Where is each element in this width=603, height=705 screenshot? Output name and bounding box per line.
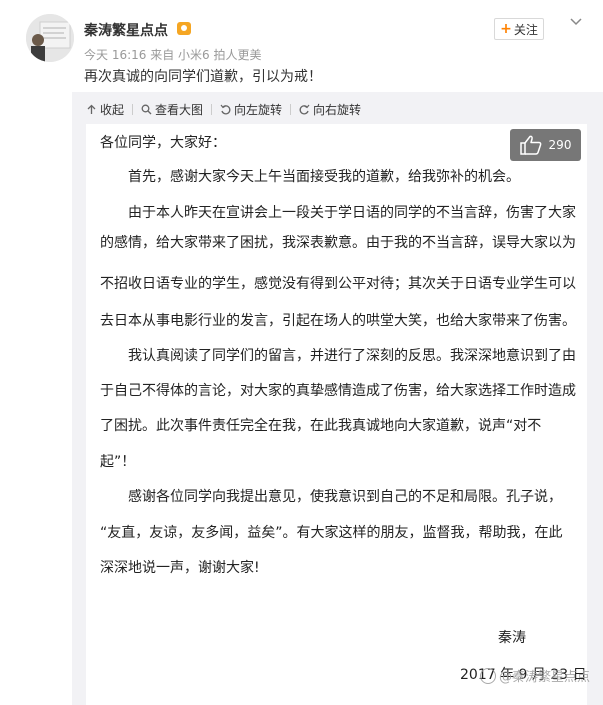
toolbar-divider xyxy=(290,103,292,115)
rotate-right-button[interactable]: 向右旋转 xyxy=(299,101,361,118)
toolbar-divider xyxy=(132,103,134,115)
letter-line: 于自己不得体的言论，对大家的真挚感情造成了伤害，给大家选择工作时造成 xyxy=(100,383,576,399)
chevron-down-icon[interactable] xyxy=(570,16,582,28)
letter-line: 了困扰。此次事件责任完全在我，在此我真诚地向大家道歉，说声“对不 xyxy=(100,418,542,434)
search-icon xyxy=(141,104,152,114)
rotate-right-icon xyxy=(299,104,310,114)
signature-name: 秦涛 xyxy=(498,630,526,646)
image-toolbar: 收起 查看大图 向左旋转 向右旋转 xyxy=(86,100,361,118)
letter-line: 不招收日语专业的学生，感觉没有得到公平对待；其次关于日语专业学生可以 xyxy=(100,276,576,292)
letter-line: 深深地说一声，谢谢大家! xyxy=(100,560,260,576)
letter-line: 我认真阅读了同学们的留言，并进行了深刻的反思。我深深地意识到了由 xyxy=(128,348,576,364)
rotate-right-label: 向右旋转 xyxy=(313,102,362,117)
letter-line: 感谢各位同学向我提出意见，使我意识到自己的不足和局限。孔子说， xyxy=(128,489,562,505)
like-count: 290 xyxy=(548,138,572,152)
letter-line: 的感情，给大家带来了困扰，我深表歉意。由于我的不当言辞，误导大家以为 xyxy=(100,235,576,251)
thumbs-up-icon xyxy=(519,135,541,155)
rotate-left-label: 向左旋转 xyxy=(234,102,283,117)
like-button[interactable]: 290 xyxy=(510,129,581,161)
letter-line: 去日本从事电影行业的发言，引起在场人的哄堂大笑，也给大家带来了伤害。 xyxy=(100,313,576,329)
post-header: 秦涛繁星点点 今天 16:16 来自 小米6 拍人更美 再次真诚的向同学们道歉，… xyxy=(0,0,603,92)
letter-image[interactable]: 各位同学，大家好： 首先，感谢大家今天上午当面接受我的道歉，给我弥补的机会。 由… xyxy=(86,124,587,705)
letter-line: 各位同学，大家好： xyxy=(100,135,226,151)
collapse-button[interactable]: 收起 xyxy=(86,101,124,118)
toolbar-divider xyxy=(211,103,213,115)
collapse-icon xyxy=(87,104,96,114)
collapse-label: 收起 xyxy=(100,102,125,117)
view-large-button[interactable]: 查看大图 xyxy=(141,101,203,118)
letter-line: 首先，感谢大家今天上午当面接受我的道歉，给我弥补的机会。 xyxy=(128,169,520,185)
letter-line: 由于本人昨天在宣讲会上一段关于学日语的同学的不当言辞，伤害了大家 xyxy=(128,205,576,221)
vip-badge-icon xyxy=(177,22,191,35)
post-meta: 今天 16:16 来自 小米6 拍人更美 xyxy=(84,48,262,62)
post-text: 再次真诚的向同学们道歉，引以为戒！ xyxy=(84,69,322,85)
avatar[interactable] xyxy=(26,14,74,62)
letter-line: “友直，友谅，友多闻，益矣”。有大家这样的朋友，监督我，帮助我，在此 xyxy=(100,525,563,541)
rotate-left-button[interactable]: 向左旋转 xyxy=(220,101,282,118)
watermark: @秦涛繁星点点 xyxy=(480,666,590,685)
watermark-text: @秦涛繁星点点 xyxy=(499,670,591,685)
view-large-label: 查看大图 xyxy=(155,102,204,117)
letter-line: 起”！ xyxy=(100,454,136,470)
plus-icon: + xyxy=(500,21,512,37)
weibo-logo-icon xyxy=(480,667,496,684)
follow-button[interactable]: + 关注 xyxy=(494,18,544,40)
rotate-left-icon xyxy=(220,104,231,114)
user-name[interactable]: 秦涛繁星点点 xyxy=(84,20,168,40)
follow-label: 关注 xyxy=(513,22,538,37)
